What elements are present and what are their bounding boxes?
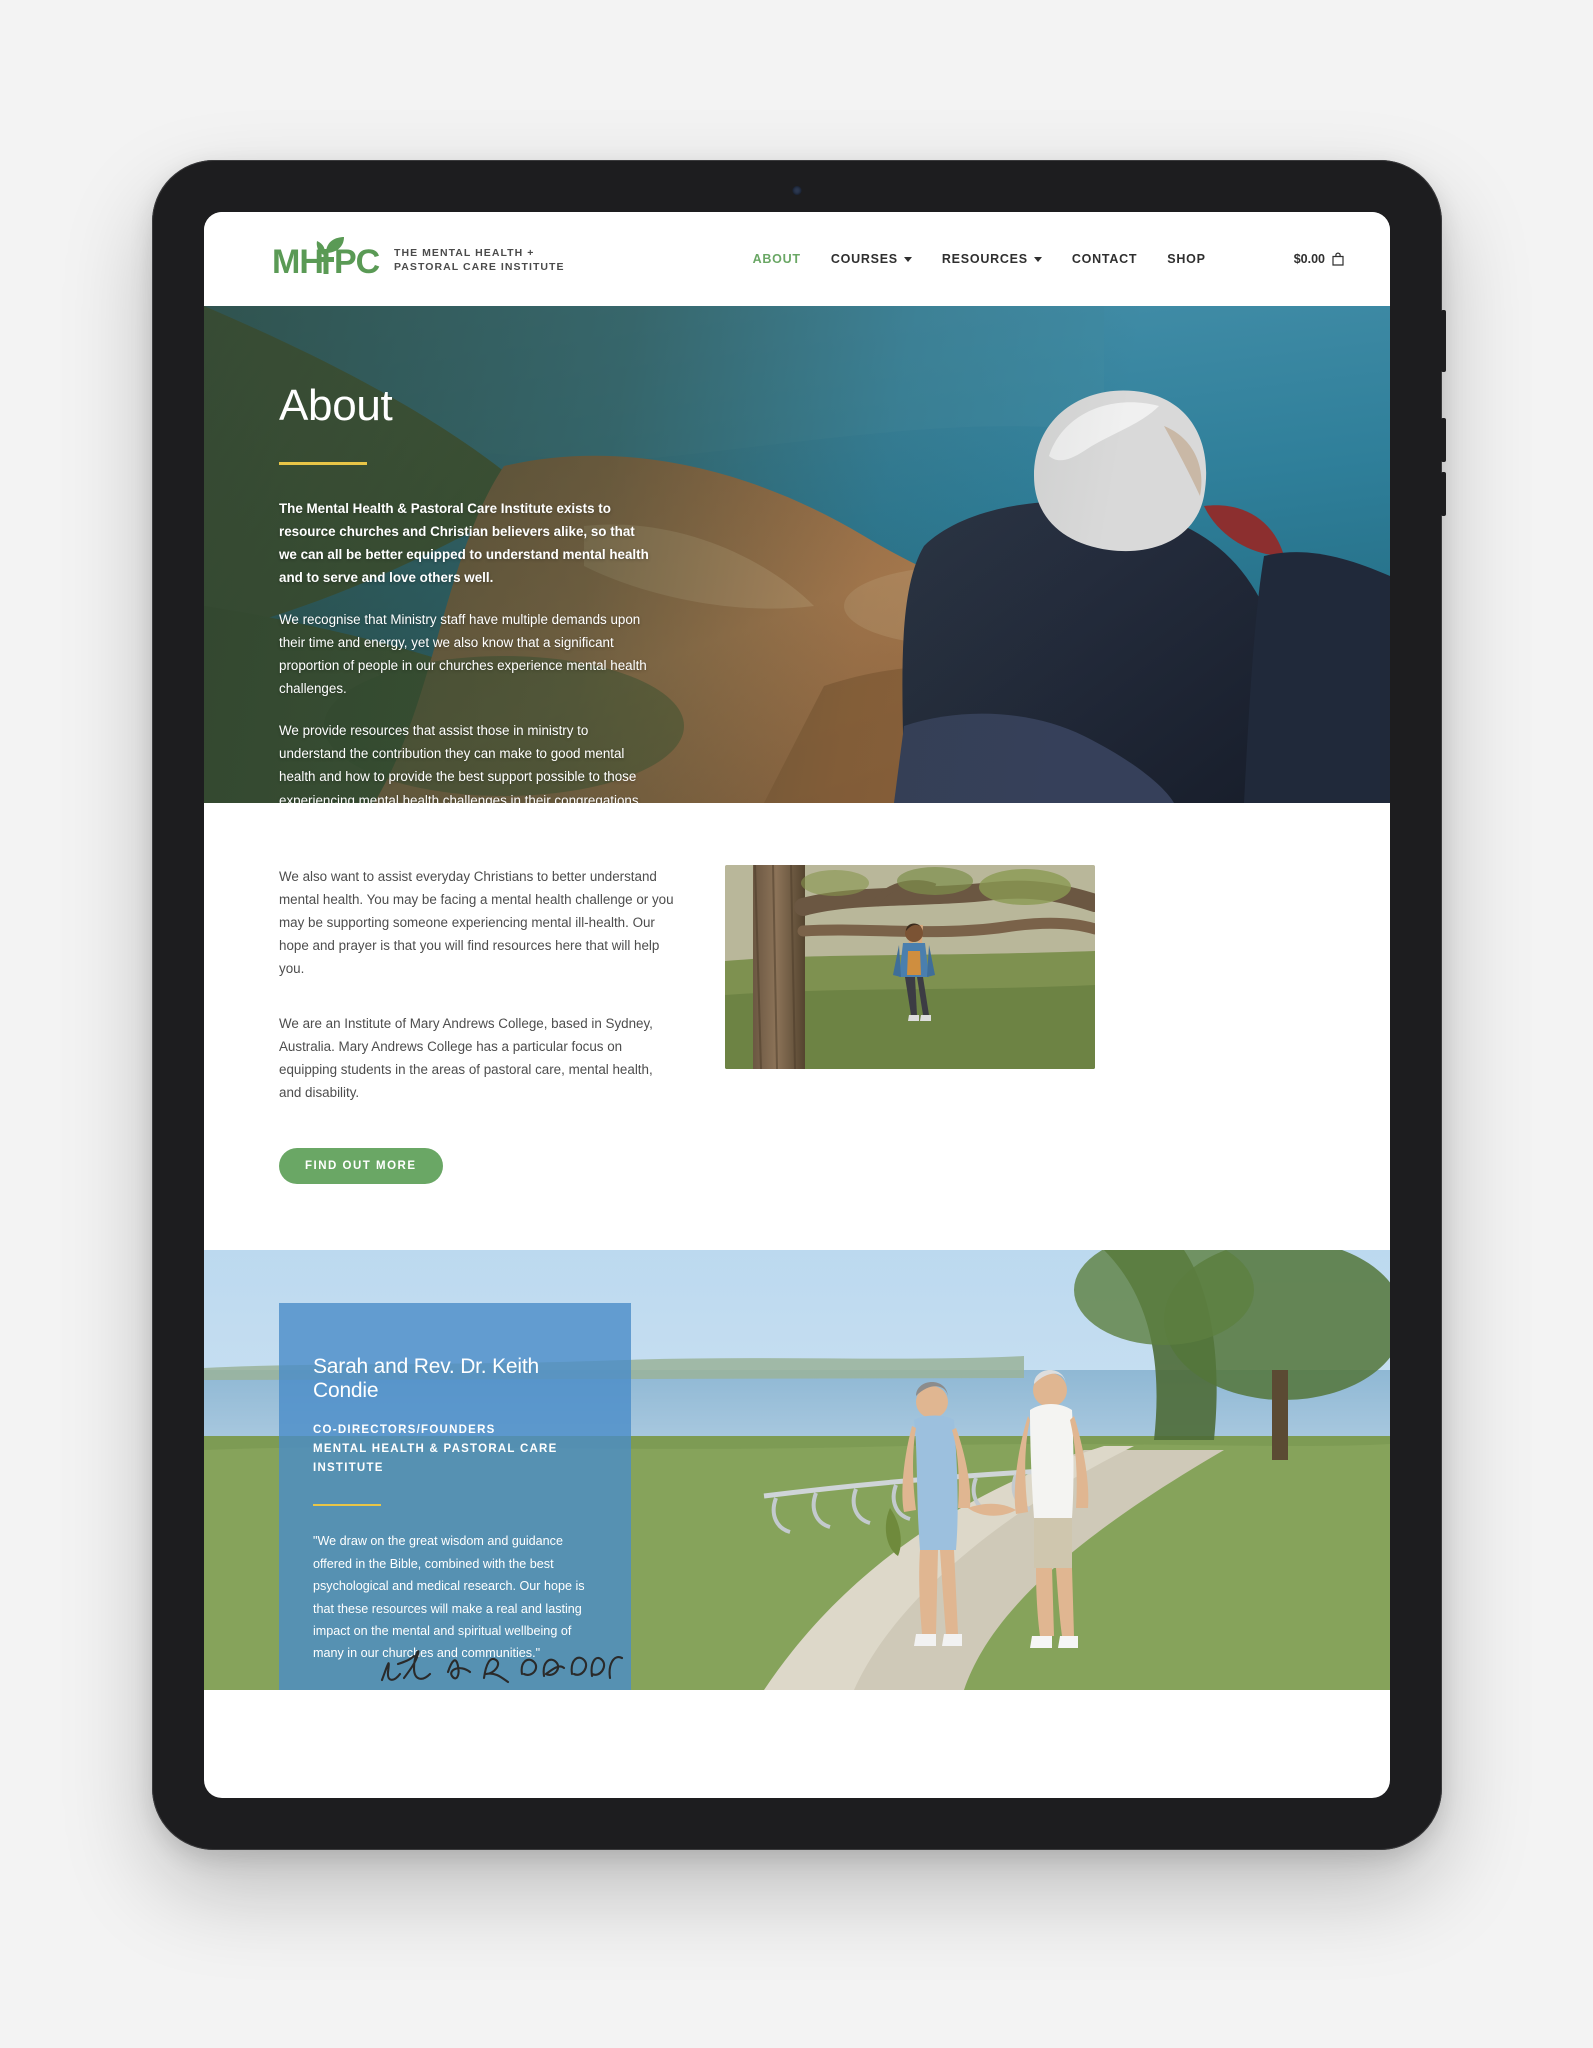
nav-label-shop: SHOP	[1167, 252, 1206, 266]
about-content-section: We also want to assist everyday Christia…	[204, 803, 1390, 1251]
hero-content: About The Mental Health & Pastoral Care …	[204, 306, 824, 803]
find-out-more-button[interactable]: FIND OUT MORE	[279, 1148, 443, 1185]
hero-paragraph-2: We recognise that Ministry staff have mu…	[279, 612, 647, 697]
front-camera-icon	[792, 186, 802, 195]
hero-paragraph-1: The Mental Health & Pastoral Care Instit…	[279, 501, 649, 586]
chevron-down-icon	[1033, 256, 1042, 262]
about-paragraph-1: We also want to assist everyday Christia…	[279, 869, 674, 977]
nav-label-about: ABOUT	[752, 252, 801, 266]
site-header: MH PC THE MENTAL HEALTH + PASTORAL CARE …	[204, 212, 1390, 306]
nav-item-courses[interactable]: COURSES	[831, 252, 912, 266]
nav-item-about[interactable]: ABOUT	[753, 252, 801, 266]
nav-label-contact: CONTACT	[1071, 252, 1138, 266]
power-button[interactable]	[1441, 310, 1446, 372]
tablet-device-frame: MH PC THE MENTAL HEALTH + PASTORAL CARE …	[152, 160, 1446, 1850]
testimonial-panel: Sarah and Rev. Dr. Keith Condie CO-DIREC…	[279, 1303, 631, 1691]
testimonial-name: Sarah and Rev. Dr. Keith Condie	[313, 1355, 539, 1403]
nav-item-shop[interactable]: SHOP	[1167, 252, 1205, 266]
volume-down-button[interactable]	[1441, 472, 1446, 516]
logo-tagline: THE MENTAL HEALTH + PASTORAL CARE INSTIT…	[394, 246, 565, 273]
about-paragraph-2: We are an Institute of Mary Andrews Coll…	[279, 1016, 653, 1101]
page-title: About	[279, 381, 393, 430]
nav-label-resources: RESOURCES	[941, 252, 1028, 266]
nav-item-contact[interactable]: CONTACT	[1072, 252, 1137, 266]
svg-text:PC: PC	[334, 243, 380, 281]
svg-text:MH: MH	[272, 243, 323, 281]
testimonial-section: Sarah and Rev. Dr. Keith Condie CO-DIREC…	[204, 1250, 1390, 1691]
testimonial-role: CO-DIRECTORS/FOUNDERS MENTAL HEALTH & PA…	[313, 1424, 558, 1475]
mhpc-logo-icon: MH PC	[272, 237, 381, 281]
browser-viewport: MH PC THE MENTAL HEALTH + PASTORAL CARE …	[204, 212, 1390, 1798]
nav-item-resources[interactable]: RESOURCES	[942, 252, 1042, 266]
about-image	[725, 865, 1095, 1069]
page-canvas: MH PC THE MENTAL HEALTH + PASTORAL CARE …	[0, 0, 1593, 2048]
hero-divider	[279, 462, 367, 465]
signature-image	[380, 1650, 624, 1684]
cart-widget[interactable]: $0.00	[1294, 252, 1344, 266]
nav-label-courses: COURSES	[830, 252, 898, 266]
primary-navigation: ABOUT COURSES RESOURCES CONTACT SHOP $0.…	[753, 252, 1344, 266]
chevron-down-icon	[903, 256, 912, 262]
hero-paragraph-3: We provide resources that assist those i…	[279, 723, 639, 803]
cart-total: $0.00	[1293, 252, 1325, 266]
about-text-column: We also want to assist everyday Christia…	[279, 861, 675, 1185]
shopping-bag-icon	[1332, 252, 1344, 266]
site-logo[interactable]: MH PC THE MENTAL HEALTH + PASTORAL CARE …	[272, 233, 565, 285]
testimonial-divider	[313, 1504, 381, 1507]
hero-section: About The Mental Health & Pastoral Care …	[204, 306, 1390, 803]
volume-up-button[interactable]	[1441, 418, 1446, 462]
child-on-tree-image	[725, 865, 1095, 1069]
